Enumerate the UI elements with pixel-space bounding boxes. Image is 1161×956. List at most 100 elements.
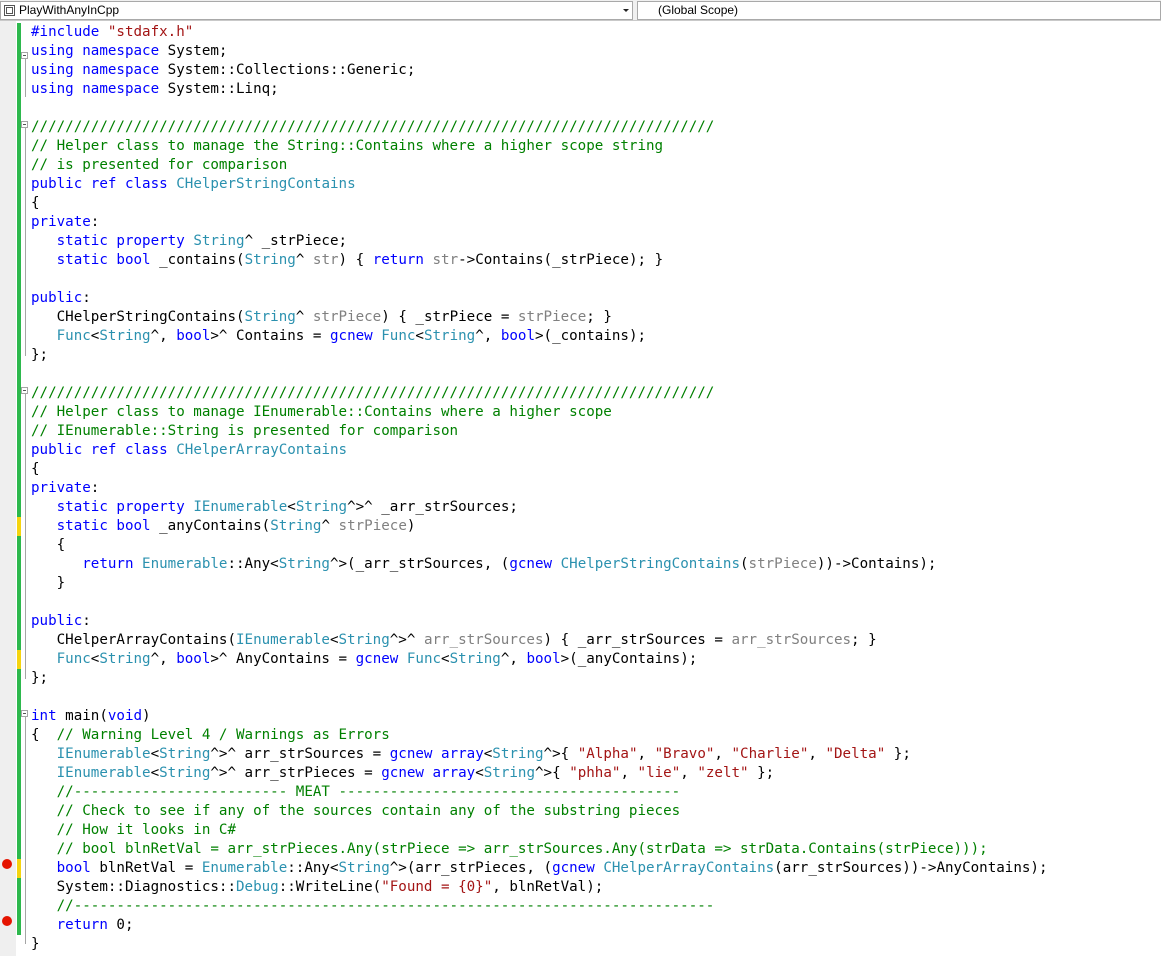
code-line[interactable]: CHelperStringContains(String^ strPiece) … (31, 308, 1048, 327)
breakpoint-icon[interactable] (2, 916, 12, 926)
code-token: return (56, 917, 108, 933)
code-line[interactable]: // Helper class to manage IEnumerable::C… (31, 403, 1048, 422)
code-line[interactable]: private: (31, 479, 1048, 498)
code-token: } (31, 575, 66, 591)
code-token: gcnew (552, 860, 595, 876)
breakpoint-margin[interactable] (0, 21, 16, 956)
code-line[interactable]: // Check to see if any of the sources co… (31, 802, 1048, 821)
collapse-toggle-icon[interactable] (21, 52, 28, 59)
code-token: String (244, 252, 296, 268)
code-line[interactable]: } (31, 574, 1048, 593)
code-line[interactable] (31, 688, 1048, 707)
code-line[interactable]: CHelperArrayContains(IEnumerable<String^… (31, 631, 1048, 650)
code-token: System; (159, 43, 228, 59)
code-line[interactable]: static bool _contains(String^ str) { ret… (31, 251, 1048, 270)
code-line[interactable]: ////////////////////////////////////////… (31, 118, 1048, 137)
code-line[interactable]: return 0; (31, 916, 1048, 935)
code-line[interactable]: return Enumerable::Any<String^>(_arr_str… (31, 555, 1048, 574)
code-line[interactable]: int main(void) (31, 707, 1048, 726)
code-line[interactable]: // bool blnRetVal = arr_strPieces.Any(st… (31, 840, 1048, 859)
code-line[interactable]: private: (31, 213, 1048, 232)
code-line[interactable]: static property String^ _strPiece; (31, 232, 1048, 251)
code-token: CHelperArrayContains( (31, 632, 236, 648)
code-token: strPiece (517, 309, 587, 325)
collapse-toggle-icon[interactable] (21, 121, 28, 128)
code-token: return (82, 556, 134, 572)
code-token: #include (31, 24, 100, 40)
code-line[interactable]: public: (31, 289, 1048, 308)
code-line[interactable]: public ref class CHelperStringContains (31, 175, 1048, 194)
code-line[interactable]: // How it looks in C# (31, 821, 1048, 840)
code-line[interactable]: using namespace System::Linq; (31, 80, 1048, 99)
code-token: String (99, 651, 151, 667)
code-token: >(_anyContains); (560, 651, 698, 667)
code-line[interactable]: ////////////////////////////////////////… (31, 384, 1048, 403)
code-line[interactable]: using namespace System::Collections::Gen… (31, 61, 1048, 80)
dropdown-arrow-icon[interactable] (623, 9, 629, 12)
code-line[interactable]: Func<String^, bool>^ AnyContains = gcnew… (31, 650, 1048, 669)
collapse-toggle-icon[interactable] (21, 387, 28, 394)
code-line[interactable]: Func<String^, bool>^ Contains = gcnew Fu… (31, 327, 1048, 346)
code-line[interactable]: }; (31, 346, 1048, 365)
code-token: ) (142, 708, 151, 724)
code-token: ) (406, 518, 416, 534)
code-lines[interactable]: #include "stdafx.h" using namespace Syste… (31, 23, 1048, 954)
code-editor[interactable]: #include "stdafx.h" using namespace Syste… (0, 21, 1161, 956)
project-dropdown[interactable]: PlayWithAnyInCpp (0, 1, 633, 20)
code-token: _anyContains( (150, 518, 271, 534)
navigation-bar: PlayWithAnyInCpp (Global Scope) (0, 0, 1161, 21)
code-token: IEnumerable (193, 499, 288, 515)
scope-dropdown[interactable]: (Global Scope) (637, 1, 1161, 20)
code-line[interactable] (31, 99, 1048, 118)
code-token: using (31, 43, 74, 59)
code-line[interactable]: static property IEnumerable<String^>^ _a… (31, 498, 1048, 517)
code-token: < (287, 499, 296, 515)
code-line[interactable] (31, 593, 1048, 612)
code-line[interactable]: } (31, 935, 1048, 954)
code-line[interactable]: // IEnumerable::String is presented for … (31, 422, 1048, 441)
change-bar-saved (17, 536, 21, 650)
code-line[interactable]: { (31, 194, 1048, 213)
code-line[interactable]: public ref class CHelperArrayContains (31, 441, 1048, 460)
code-line[interactable]: IEnumerable<String^>^ arr_strSources = g… (31, 745, 1048, 764)
code-token: < (150, 765, 160, 781)
change-bar-unsaved (17, 859, 21, 878)
code-token: "Charlie" (731, 746, 809, 762)
breakpoint-icon[interactable] (2, 859, 12, 869)
code-line[interactable]: bool blnRetVal = Enumerable::Any<String^… (31, 859, 1048, 878)
code-line[interactable]: IEnumerable<String^>^ arr_strPieces = gc… (31, 764, 1048, 783)
code-token: bool (500, 328, 536, 344)
change-bar-saved (17, 23, 21, 99)
code-token: ::Any< (287, 860, 339, 876)
code-token: Debug (236, 879, 279, 895)
code-line[interactable]: static bool _anyContains(String^ strPiec… (31, 517, 1048, 536)
code-line[interactable]: //------------------------- MEAT -------… (31, 783, 1048, 802)
code-token: return (372, 252, 424, 268)
collapse-toggle-icon[interactable] (21, 710, 28, 717)
code-token: bool (526, 651, 561, 667)
code-token: array (441, 746, 484, 762)
code-line[interactable]: using namespace System; (31, 42, 1048, 61)
code-token: ^>(_arr_strSources, ( (329, 556, 510, 572)
code-line[interactable]: System::Diagnostics::Debug::WriteLine("F… (31, 878, 1048, 897)
code-token: using (31, 62, 74, 78)
code-line[interactable]: public: (31, 612, 1048, 631)
code-line[interactable] (31, 270, 1048, 289)
outline-line (25, 394, 26, 679)
code-line[interactable]: { (31, 460, 1048, 479)
code-token: System::Collections::Generic; (159, 62, 416, 78)
code-line[interactable] (31, 365, 1048, 384)
code-line[interactable]: }; (31, 669, 1048, 688)
code-line[interactable]: //--------------------------------------… (31, 897, 1048, 916)
code-line[interactable]: { (31, 536, 1048, 555)
code-line[interactable]: // Helper class to manage the String::Co… (31, 137, 1048, 156)
code-line[interactable]: #include "stdafx.h" (31, 23, 1048, 42)
code-line[interactable]: // is presented for comparison (31, 156, 1048, 175)
code-token: ^ _strPiece; (244, 233, 348, 249)
code-line[interactable]: { // Warning Level 4 / Warnings as Error… (31, 726, 1048, 745)
